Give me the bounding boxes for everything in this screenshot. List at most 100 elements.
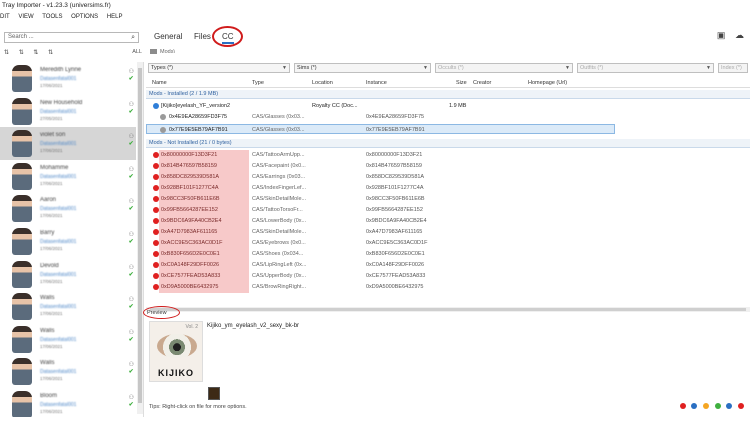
col-instance[interactable]: Instance <box>366 79 387 88</box>
table-row[interactable]: 0x80000000F13D3F21 CAS/TattooArmUpp... 0x8… <box>146 150 750 161</box>
menu-options[interactable]: OPTIONS <box>71 14 98 20</box>
table-horizontal-scrollbar[interactable] <box>146 307 750 312</box>
cell-name: 0x928BF101F1277C4A <box>159 183 249 194</box>
menu-tools[interactable]: TOOLS <box>42 14 62 20</box>
chevron-down-icon: ▼ <box>565 65 570 71</box>
tab-general[interactable]: General <box>154 29 182 45</box>
outfits-filter[interactable]: Outfits (*) ▼ <box>577 63 714 73</box>
household-creator: Datasenfatal001 <box>40 238 77 245</box>
household-creator: Datasenfatal001 <box>40 141 77 148</box>
table-row[interactable]: 0xACC9E5C363AC0D1F CAS/Eyebrows (0x0... 0x… <box>146 238 750 249</box>
col-location[interactable]: Location <box>312 79 333 88</box>
breadcrumb-path: Mods\ <box>160 49 175 55</box>
household-name: violet son <box>40 132 66 139</box>
color-swatch[interactable] <box>208 387 220 400</box>
avatar <box>12 390 32 417</box>
table-row[interactable]: 0xA47D7983AF611165 CAS/SkinDetailMole... 0… <box>146 227 750 238</box>
table-row[interactable]: 0x99FB5664287EE152 CAS/TattooTorsoFr... 0x… <box>146 205 750 216</box>
all-filter[interactable]: ALL <box>132 49 142 55</box>
household-name: Aaron <box>40 197 57 204</box>
menu-help[interactable]: HELP <box>107 14 123 20</box>
household-item[interactable]: Mohamme Datasenfatal001 17/06/2021 ⚇ ✔ <box>0 160 136 193</box>
household-item[interactable]: Barry Datasenfatal001 17/06/2021 ⚇ ✔ <box>0 225 136 258</box>
table-row[interactable]: 0x928BF101F1277C4A CAS/IndexFingerLef... 0… <box>146 183 750 194</box>
index-filter[interactable]: Index (*) <box>718 63 748 73</box>
household-date: 17/06/2021 <box>40 311 63 317</box>
cell-instance: 0xC0A148F29DFF0026 <box>366 262 425 268</box>
table-row[interactable]: 0xD9A5000BE6432975 CAS/BrowRingRight... 0x… <box>146 282 750 293</box>
types-filter[interactable]: Types (*) ▼ <box>148 63 290 73</box>
cloud-upload-icon[interactable]: ☁ <box>735 30 744 41</box>
households-sort-icon[interactable]: ⇅ <box>19 49 24 56</box>
avatar <box>12 162 32 190</box>
household-name: Walls <box>40 360 55 367</box>
preview-brand: KIJIKO <box>157 368 194 378</box>
scrollbar-thumb[interactable] <box>150 308 746 311</box>
menu-edit[interactable]: DIT <box>0 14 10 20</box>
household-item[interactable]: Meredith Lynne Datasenfatal001 17/06/202… <box>0 62 136 95</box>
table-row[interactable]: 0x858DC829539D581A CAS/Earrings (0x03... 0… <box>146 172 750 183</box>
lots-sort-icon[interactable]: ⇅ <box>33 49 38 56</box>
scrollbar-thumb[interactable] <box>138 68 142 403</box>
col-size[interactable]: Size <box>456 79 467 88</box>
eye-image <box>157 334 197 358</box>
household-date: 17/06/2021 <box>40 343 63 349</box>
household-name: New Household <box>40 99 83 106</box>
preview-label[interactable]: Preview <box>147 310 167 316</box>
cell-name: 0x77E9E5EB79AF7B91 <box>169 126 228 133</box>
household-list: Meredith Lynne Datasenfatal001 17/06/202… <box>0 62 144 417</box>
table-row-selected[interactable]: 0x77E9E5EB79AF7B91 CAS/Glasses (0x03... … <box>146 123 615 135</box>
sims-sort-icon[interactable]: ⇅ <box>4 49 9 56</box>
cell-type: CAS/UpperBody (0x... <box>252 273 307 279</box>
active-tab-indicator <box>222 42 234 44</box>
group-not-installed[interactable]: Mods - Not Installed (21 / 0 bytes) <box>146 139 750 148</box>
breadcrumb: Mods\ <box>150 49 175 55</box>
col-type[interactable]: Type <box>252 79 264 88</box>
occults-filter[interactable]: Occults (*) ▼ <box>435 63 573 73</box>
cell-type: CAS/BrowRingRight... <box>252 284 307 290</box>
index-filter-value: Index (*) <box>721 65 742 71</box>
avatar <box>12 227 32 255</box>
check-icon: ✔ <box>128 173 134 180</box>
household-item[interactable]: Bloom Datasenfatal001 17/06/2021 ⚇ ✔ <box>0 388 136 417</box>
sim-icon: ⚇ <box>128 264 134 271</box>
table-row[interactable]: [Kijiko]eyelash_YF_version2 Royalty CC (… <box>146 101 750 112</box>
table-row[interactable]: 0x814B476597B58159 CAS/Facepaint (0x0... 0… <box>146 161 750 172</box>
cell-instance: 0x77E9E5EB79AF7B91 <box>366 126 425 133</box>
household-item[interactable]: Walls Datasenfatal001 17/06/2021 ⚇ ✔ <box>0 290 136 323</box>
search-placeholder: Search ... <box>8 34 34 40</box>
col-name[interactable]: Name <box>152 79 167 88</box>
cell-type: CAS/Shoes (0x034... <box>252 251 304 257</box>
cell-name: 0xA47D7983AF611165 <box>159 227 249 238</box>
cell-name: 0x814B476597B58159 <box>159 161 249 172</box>
table-row[interactable]: 0xC0A148F29DFF0026 CAS/LipRingLeft (0x...… <box>146 260 750 271</box>
sims-filter[interactable]: Sims (*) ▼ <box>294 63 431 73</box>
table-row[interactable]: 0x4E9EA28659FD3F75 CAS/Glasses (0x03... … <box>146 112 750 123</box>
household-item[interactable]: Devold Datasenfatal001 17/06/2021 ⚇ ✔ <box>0 258 136 291</box>
table-row[interactable]: 0xB830F656D2E0C0E1 CAS/Shoes (0x034... 0xB… <box>146 249 750 260</box>
rooms-sort-icon[interactable]: ⇅ <box>48 49 53 56</box>
col-homepage[interactable]: Homepage (Url) <box>528 79 567 88</box>
check-icon: ✔ <box>128 76 134 82</box>
sidebar-scrollbar[interactable] <box>137 62 143 414</box>
search-input[interactable]: Search ... ⌕ <box>4 32 139 43</box>
menu-view[interactable]: VIEW <box>18 14 33 20</box>
table-row[interactable]: 0x9BDC6A9FA40CB2E4 CAS/LowerBody (0x... 0x… <box>146 216 750 227</box>
household-item-selected[interactable]: violet son Datasenfatal001 17/06/2021 ⚇ ✔ <box>0 127 136 160</box>
search-icon[interactable]: ⌕ <box>131 33 135 42</box>
cell-instance: 0x4E9EA28659FD3F75 <box>366 114 425 120</box>
household-item[interactable]: Walls Datasenfatal001 17/06/2021 ⚇ ✔ <box>0 355 136 388</box>
table-row[interactable]: 0x98CC3F50FB611E6B CAS/SkinDetailMole... 0… <box>146 194 750 205</box>
status-dot-blue <box>726 403 733 409</box>
household-item[interactable]: New Household Datasenfatal001 27/05/2021… <box>0 95 136 128</box>
save-icon[interactable]: ▣ <box>717 30 726 41</box>
tab-files[interactable]: Files <box>194 29 211 45</box>
group-installed[interactable]: Mods - Installed (2 / 1.9 MB) <box>146 90 750 99</box>
table-row[interactable]: 0xCE7577FEAD53A833 CAS/UpperBody (0x... 0x… <box>146 271 750 282</box>
household-creator: Datasenfatal001 <box>40 206 77 213</box>
household-item[interactable]: Aaron Datasenfatal001 17/06/2021 ⚇ ✔ <box>0 192 136 225</box>
col-creator[interactable]: Creator <box>473 79 491 88</box>
household-item[interactable]: Walls Datasenfatal001 17/06/2021 ⚇ ✔ <box>0 323 136 356</box>
household-date: 17/06/2021 <box>40 213 63 219</box>
sim-icon: ⚇ <box>128 69 134 75</box>
